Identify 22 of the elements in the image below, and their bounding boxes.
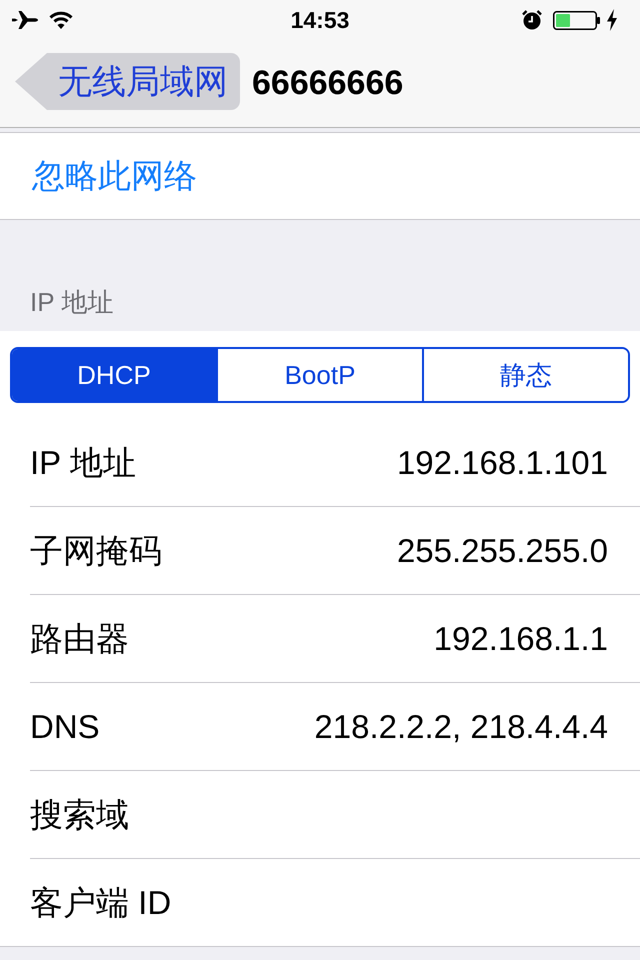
back-button[interactable]: 无线局域网 bbox=[15, 53, 240, 110]
status-time: 14:53 bbox=[290, 7, 350, 33]
forget-network-button[interactable]: 忽略此网络 bbox=[0, 132, 640, 220]
wifi-icon bbox=[49, 11, 73, 29]
section-header: IP 地址 bbox=[30, 287, 114, 317]
row-label: 路由器 bbox=[30, 618, 129, 658]
segment-tab[interactable]: 静态 bbox=[422, 349, 628, 401]
row-label: DNS bbox=[30, 706, 100, 746]
row-value: 255.255.255.0 bbox=[396, 530, 608, 570]
segment-tab[interactable]: DHCP bbox=[12, 349, 216, 401]
row-value: 192.168.1.1 bbox=[434, 618, 608, 658]
airplane-icon bbox=[12, 11, 38, 29]
row-label: IP 地址 bbox=[30, 442, 136, 482]
battery-icon bbox=[553, 10, 600, 30]
row-value: 192.168.1.101 bbox=[396, 442, 608, 482]
row-label: 子网掩码 bbox=[30, 530, 162, 570]
row-label: 客户端 ID bbox=[30, 882, 172, 922]
alarm-clock-icon bbox=[522, 10, 542, 30]
page-title: 66666666 bbox=[252, 62, 404, 102]
row-value: 218.2.2.2, 218.4.4.4 bbox=[314, 706, 608, 746]
charging-bolt-icon bbox=[606, 9, 618, 31]
row-label: 搜索域 bbox=[30, 794, 129, 834]
